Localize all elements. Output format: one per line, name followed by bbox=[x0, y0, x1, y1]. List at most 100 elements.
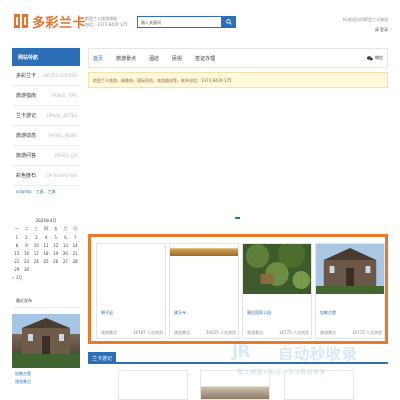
calendar-day[interactable]: 21 bbox=[70, 251, 80, 256]
sidebar-item-label: 彩色度石 bbox=[16, 173, 37, 179]
calendar-day[interactable]: 14 bbox=[70, 243, 80, 248]
featured-meta: 旅游景点 16772 人次浏览 bbox=[320, 330, 382, 336]
featured-title[interactable]: 佛牙寺 bbox=[174, 310, 186, 316]
calendar-weekday: 三 bbox=[34, 226, 39, 231]
recent-posts-title: 最近发布 bbox=[12, 295, 80, 308]
note-card[interactable] bbox=[118, 370, 188, 400]
featured-card[interactable]: 雅拉国家公园 旅游景点 16775 人次浏览 bbox=[242, 240, 312, 339]
watermark-logo: JR bbox=[232, 342, 250, 362]
sidebar-tags[interactable]: srilanka 工具 工具 bbox=[12, 189, 80, 199]
calendar-day[interactable]: 20 bbox=[61, 251, 71, 256]
nav-item-folk[interactable]: 民俗 bbox=[172, 55, 182, 62]
sidebar-item-sub: CAI-SE-BAO-SHI bbox=[45, 173, 77, 178]
calendar-day[interactable]: 18 bbox=[41, 251, 51, 256]
calendar-day bbox=[70, 267, 80, 272]
search-input[interactable]: 输入关键词 bbox=[137, 16, 222, 28]
calendar-day[interactable]: 13 bbox=[61, 243, 71, 248]
welcome-text: Hi,欢迎访问斯里兰卡旅游 bbox=[342, 17, 388, 22]
recent-post-photo[interactable] bbox=[12, 314, 80, 368]
slider-indicator[interactable] bbox=[235, 217, 240, 219]
wechat-label: 微信 bbox=[375, 55, 383, 60]
sidebar-item-label: 旅游动态 bbox=[16, 133, 37, 139]
sidebar-item-label: 旅游问答 bbox=[16, 153, 37, 159]
featured-title[interactable]: 加勒古堡 bbox=[320, 310, 336, 316]
featured-box: 狮子岩 旅游景点 16787 人次浏览 佛牙寺 旅游景点 16655 人次浏览 … bbox=[88, 234, 388, 344]
sidebar-item-news[interactable]: 旅游动态 TRAVEL_NEWS bbox=[12, 126, 80, 146]
notice-bar: 斯里兰卡旅游，精美线，国际民俗，旅游路线等，联系电话：1373 8439 175 bbox=[88, 72, 388, 88]
sidebar-item-duocai[interactable]: 多彩兰卡 UNCATEGORIZED bbox=[12, 66, 80, 86]
calendar-day[interactable]: 5 bbox=[51, 235, 61, 240]
calendar-day[interactable]: 25 bbox=[41, 259, 51, 264]
calendar-day[interactable]: 16 bbox=[22, 251, 32, 256]
calendar-day[interactable]: 6 bbox=[61, 235, 71, 240]
featured-views: 16775 人次浏览 bbox=[279, 330, 309, 335]
nav-item-attractions[interactable]: 旅游景点 bbox=[116, 55, 136, 62]
calendar-day[interactable]: 23 bbox=[22, 259, 32, 264]
calendar-day[interactable]: 22 bbox=[12, 259, 22, 264]
calendar-day[interactable]: 15 bbox=[12, 251, 22, 256]
calendar-day[interactable]: 9 bbox=[22, 243, 32, 248]
recent-post-title[interactable]: 加勒古堡 bbox=[12, 371, 80, 377]
site-logo-text[interactable]: 多彩兰卡 bbox=[32, 12, 86, 31]
featured-category: 旅游景点 bbox=[320, 330, 336, 335]
search-button[interactable] bbox=[222, 16, 236, 28]
calendar-day[interactable]: 28 bbox=[70, 259, 80, 264]
calendar-day[interactable]: 17 bbox=[31, 251, 41, 256]
nav-item-home[interactable]: 首页 bbox=[93, 55, 103, 62]
calendar-weekday: 六 bbox=[63, 226, 68, 231]
sidebar-item-sub: TRAVEL_NEWS bbox=[47, 133, 77, 138]
sidebar-item-sub: TRAVEL_TIPS bbox=[51, 93, 77, 98]
sidebar-item-label: 旅游指南 bbox=[16, 93, 37, 99]
logo-icon[interactable] bbox=[14, 14, 28, 28]
calendar-day[interactable]: 10 bbox=[31, 243, 41, 248]
calendar-day[interactable]: 29 bbox=[12, 267, 22, 272]
sidebar-item-gems[interactable]: 彩色度石 CAI-SE-BAO-SHI bbox=[12, 166, 80, 186]
calendar-day[interactable]: 4 bbox=[41, 235, 51, 240]
sidebar-item-tips[interactable]: 旅游指南 TRAVEL_TIPS bbox=[12, 86, 80, 106]
featured-title[interactable]: 雅拉国家公园 bbox=[247, 310, 271, 316]
featured-category: 旅游景点 bbox=[174, 330, 190, 335]
featured-card[interactable]: 加勒古堡 旅游景点 16772 人次浏览 bbox=[315, 243, 385, 339]
watermark: JR 自动秒收录 做上链接→来访一次→自动收录 bbox=[232, 340, 392, 385]
featured-title[interactable]: 狮子岩 bbox=[101, 310, 113, 316]
search-icon bbox=[226, 19, 232, 25]
calendar-prev-link[interactable]: « 3月 bbox=[12, 275, 80, 281]
calendar-day[interactable]: 24 bbox=[31, 259, 41, 264]
sidebar-item-sub: TRAVEL_QA bbox=[54, 153, 77, 158]
calendar-day[interactable]: 30 bbox=[22, 267, 32, 272]
calendar-day[interactable]: 2 bbox=[22, 235, 32, 240]
calendar-widget: 2024年4月 一二三四五六日 1 2 3 4 5 6 7 8 9 10 11 12 13 14 15 16 1… bbox=[12, 218, 80, 281]
castle-image bbox=[12, 314, 80, 368]
featured-thumb bbox=[97, 244, 165, 294]
recent-posts: 最近发布 加勒古堡 旅游景点 bbox=[12, 295, 80, 385]
sidebar-item-qa[interactable]: 旅游问答 TRAVEL_QA bbox=[12, 146, 80, 166]
calendar-day[interactable]: 1 bbox=[12, 235, 22, 240]
calendar-day[interactable]: 11 bbox=[41, 243, 51, 248]
sidebar-item-notes[interactable]: 兰卡游记 TRAVEL_NOTES bbox=[12, 106, 80, 126]
calendar-day[interactable]: 27 bbox=[61, 259, 71, 264]
calendar-day[interactable]: 7 bbox=[70, 235, 80, 240]
calendar-day bbox=[31, 267, 41, 272]
wechat-link[interactable]: 微信 bbox=[367, 55, 383, 61]
featured-meta: 旅游景点 16787 人次浏览 bbox=[101, 330, 163, 336]
calendar-day[interactable]: 26 bbox=[51, 259, 61, 264]
nav-item-hotels[interactable]: 酒店 bbox=[149, 55, 159, 62]
calendar-day[interactable]: 12 bbox=[51, 243, 61, 248]
featured-thumb bbox=[316, 244, 384, 294]
calendar-days: 1 2 3 4 5 6 7 8 9 10 11 12 13 14 15 16 17 18 19 20 21 22 23 24 2… bbox=[12, 235, 80, 272]
nav-item-visa[interactable]: 签证办理 bbox=[195, 55, 215, 62]
featured-thumb bbox=[170, 244, 238, 256]
featured-card[interactable]: 狮子岩 旅游景点 16787 人次浏览 bbox=[96, 243, 166, 339]
featured-category: 旅游景点 bbox=[247, 330, 263, 335]
login-link[interactable]: 请 登录 bbox=[328, 25, 388, 35]
featured-card[interactable]: 佛牙寺 旅游景点 16655 人次浏览 bbox=[169, 243, 239, 339]
calendar-day[interactable]: 3 bbox=[31, 235, 41, 240]
recent-post-category[interactable]: 旅游景点 bbox=[12, 379, 80, 385]
calendar-day[interactable]: 8 bbox=[12, 243, 22, 248]
sidebar-item-sub: TRAVEL_NOTES bbox=[46, 113, 77, 118]
featured-views: 16787 人次浏览 bbox=[133, 330, 163, 335]
featured-meta: 旅游景点 16655 人次浏览 bbox=[174, 330, 236, 336]
featured-views: 16655 人次浏览 bbox=[206, 330, 236, 335]
calendar-day[interactable]: 19 bbox=[51, 251, 61, 256]
header-info-line2: 电话：1373 8439 175 bbox=[85, 22, 128, 27]
